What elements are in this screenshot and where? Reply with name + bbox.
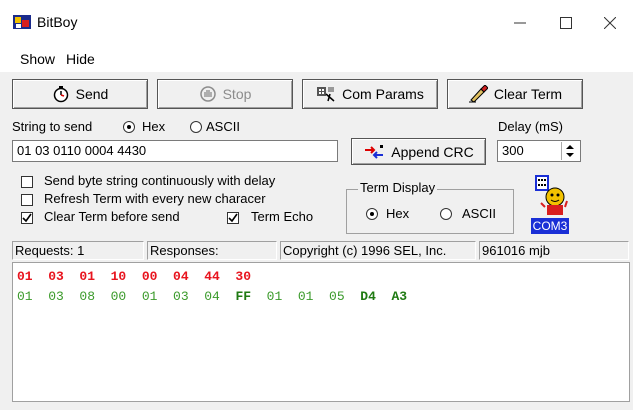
- delay-spinner[interactable]: 300: [497, 140, 581, 162]
- response-bytes-d: D4 A3: [360, 289, 408, 304]
- refresh-checkbox[interactable]: [21, 194, 33, 206]
- menu-show[interactable]: Show: [20, 51, 55, 67]
- eraser-brush-icon: [468, 85, 488, 103]
- checkmark-icon: [228, 213, 238, 223]
- terminal-sent-line: 01 03 01 10 00 04 44 30: [17, 269, 252, 284]
- com-params-label: Com Params: [342, 86, 424, 102]
- refresh-label: Refresh Term with every new characer: [44, 191, 266, 206]
- status-copyright: Copyright (c) 1996 SEL, Inc.: [280, 241, 476, 260]
- status-responses: Responses:: [147, 241, 277, 260]
- com-params-icon: [317, 87, 335, 102]
- send-button[interactable]: Send: [12, 79, 148, 109]
- term-ascii-label: ASCII: [462, 206, 496, 221]
- spin-arrows-icon: [566, 145, 574, 157]
- clear-term-label: Clear Term: [493, 86, 563, 102]
- continuous-label: Send byte string continuously with delay: [44, 173, 276, 188]
- window-title: BitBoy: [37, 14, 78, 30]
- clear-before-send-checkbox[interactable]: [21, 212, 33, 224]
- append-crc-button[interactable]: Append CRC: [351, 138, 486, 165]
- minimize-button[interactable]: [497, 0, 543, 46]
- term-display-label: Term Display: [358, 180, 438, 195]
- maximize-button[interactable]: [543, 0, 589, 46]
- stop-button[interactable]: Stop: [157, 79, 293, 109]
- terminal-response-line: 01 03 08 00 01 03 04 FF 01 01 05 D4 A3: [17, 287, 625, 307]
- string-to-send-label: String to send: [12, 119, 93, 134]
- com-params-button[interactable]: Com Params: [302, 79, 438, 109]
- bitboy-app-icon: [13, 15, 31, 29]
- response-bytes-b: FF: [235, 289, 252, 304]
- append-crc-icon: [365, 144, 384, 159]
- stop-label: Stop: [222, 86, 252, 102]
- com-port-badge[interactable]: COM3: [531, 175, 569, 234]
- string-to-send-input[interactable]: 01 03 0110 0004 4430: [12, 140, 338, 162]
- continuous-checkbox[interactable]: [21, 176, 33, 188]
- delay-spin-buttons[interactable]: [561, 142, 578, 160]
- send-hex-label: Hex: [142, 119, 166, 134]
- status-version: 961016 mjb: [479, 241, 629, 260]
- delay-value: 300: [502, 143, 524, 158]
- com-mascot-icon: [535, 175, 568, 215]
- term-ascii-radio[interactable]: [440, 208, 452, 220]
- maximize-icon: [560, 17, 572, 29]
- send-hex-radio[interactable]: [123, 121, 135, 133]
- stopwatch-icon: [53, 86, 68, 103]
- response-bytes-a: 01 03 08 00 01 03 04: [17, 289, 236, 304]
- term-hex-label: Hex: [386, 206, 410, 221]
- menu-hide[interactable]: Hide: [66, 51, 95, 67]
- delay-label: Delay (mS): [498, 119, 564, 134]
- status-requests: Requests: 1: [12, 241, 144, 260]
- clear-before-send-label: Clear Term before send: [44, 209, 180, 224]
- close-button[interactable]: [587, 0, 633, 46]
- term-echo-checkbox[interactable]: [227, 212, 239, 224]
- term-echo-label: Term Echo: [251, 209, 314, 224]
- send-ascii-radio[interactable]: [190, 121, 202, 133]
- stop-hand-icon: [199, 86, 216, 102]
- send-label: Send: [75, 86, 109, 102]
- append-crc-label: Append CRC: [391, 143, 474, 160]
- checkmark-icon: [22, 213, 32, 223]
- terminal-output[interactable]: 01 03 01 10 00 04 44 30 01 03 08 00 01 0…: [12, 262, 630, 402]
- com-port-label: COM3: [531, 218, 569, 234]
- close-icon: [604, 17, 616, 29]
- response-bytes-c: 01 01 05: [251, 289, 361, 304]
- send-ascii-label: ASCII: [206, 119, 240, 134]
- term-hex-radio[interactable]: [366, 208, 378, 220]
- minimize-icon: [514, 22, 526, 24]
- clear-term-button[interactable]: Clear Term: [447, 79, 583, 109]
